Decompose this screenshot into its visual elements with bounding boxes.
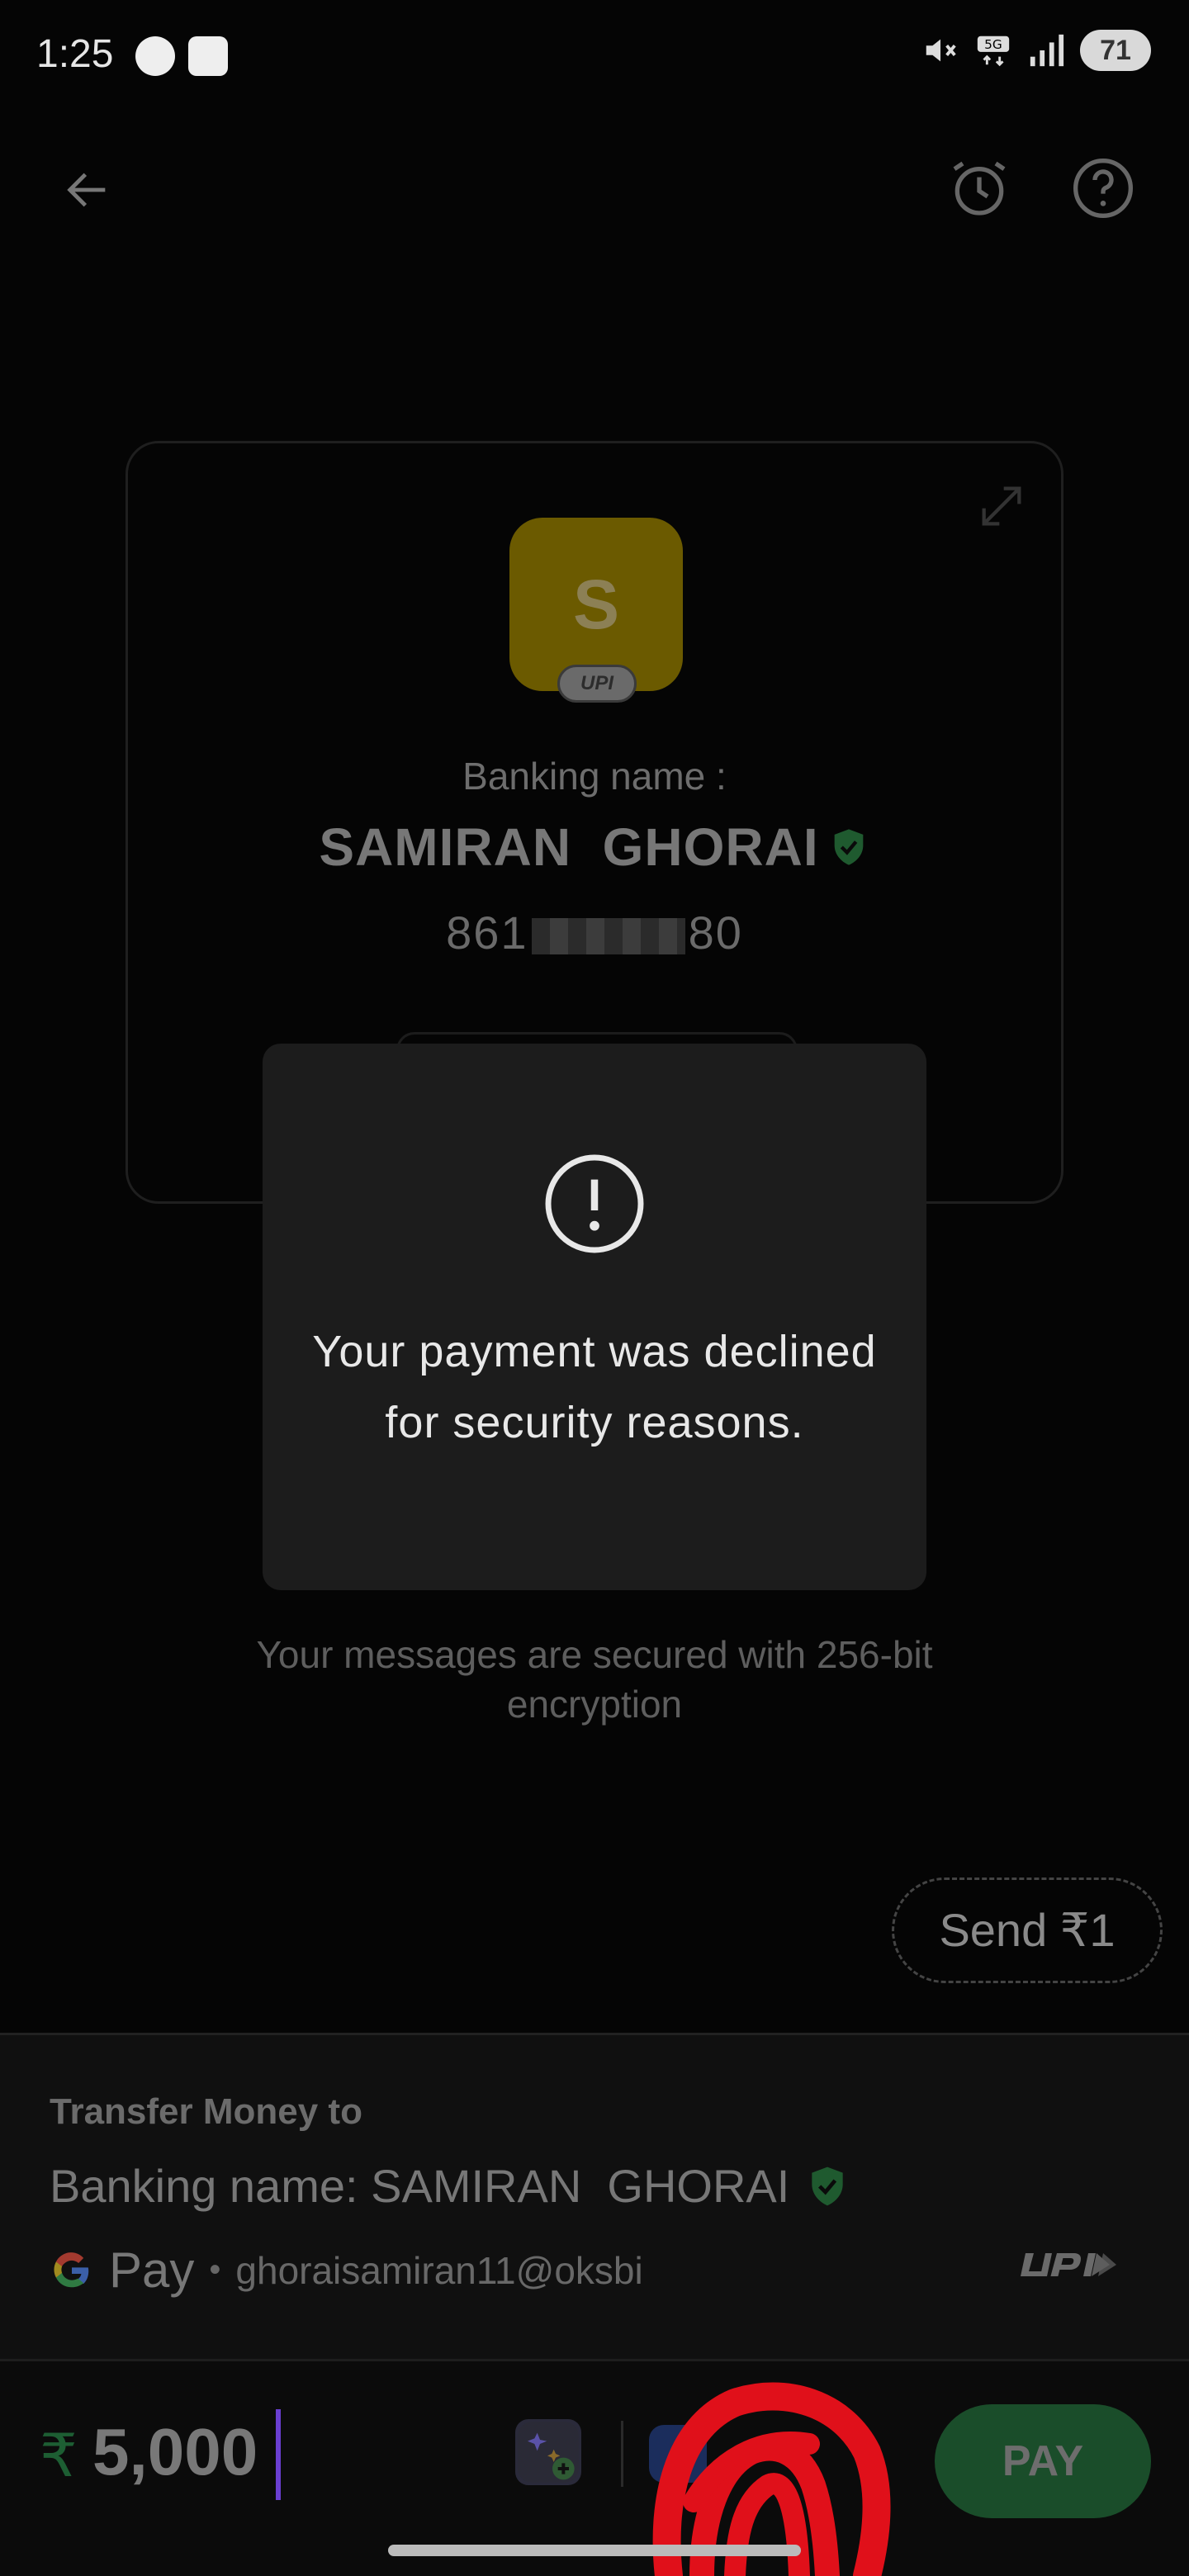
mute-icon [926,39,956,62]
transfer-banking-name: Banking name: SAMIRAN GHORAI [50,2160,790,2212]
dialog-message: Your payment was declined for security r… [312,1327,877,1447]
phone-suffix: 80 [688,907,743,959]
text-caret [276,2409,281,2500]
help-icon [1073,159,1133,218]
phone-prefix: 861 [446,907,528,959]
gpay-row: Pay • ghoraisamiran11@oksbi [50,2242,643,2299]
divider [621,2421,623,2487]
back-button[interactable] [54,157,121,223]
arrow-left-icon [67,173,106,207]
gpay-label: Pay [109,2242,195,2298]
transfer-title: Transfer Money to [50,2091,362,2132]
alarm-clock-icon [953,161,1006,215]
network-5g-icon: 5G [977,36,1010,67]
currency-symbol: ₹ [40,2423,78,2489]
help-button[interactable] [1070,155,1136,221]
verified-shield-icon [812,2166,843,2205]
battery-indicator: 71 [1080,30,1151,71]
payee-upi-id: ghoraisamiran11@oksbi [235,2248,643,2292]
amount-input[interactable]: 5,000 [92,2414,258,2490]
pay-button[interactable]: PAY [935,2404,1151,2518]
google-g-icon [54,2252,89,2287]
status-icons: 5G 71 [921,30,1151,71]
network-label: 5G [984,37,1002,52]
banking-name-label: Banking name : [462,755,727,798]
expand-icon[interactable] [975,480,1028,533]
amount-bar: ₹ 5,000 PAY [0,2359,1189,2576]
transfer-name-row: Banking name: SAMIRAN GHORAI [50,2159,850,2213]
reminder-button[interactable] [946,155,1012,221]
separator-dot: • [209,2252,221,2288]
signal-icon [1030,34,1064,67]
status-time: 1:25 [36,32,114,76]
payment-declined-dialog: Your payment was declined for security r… [263,1044,926,1590]
star-app-icon [188,36,228,76]
upi-logo [1021,2253,1116,2276]
phone-mask [531,918,685,955]
status-bar: 1:25 5G 71 [0,0,1189,107]
payee-name: SAMIRAN GHORAI [319,817,819,877]
alert-exclamation-icon [545,1154,644,1253]
messenger-icon [135,36,175,76]
encryption-notice: Your messages are secured with 256-bit e… [256,1633,933,1726]
upi-badge: UPI [557,665,637,703]
payee-phone: 861 80 [128,906,1061,959]
send-one-rupee-chip[interactable]: Send ₹1 [892,1878,1163,1983]
verified-shield-icon [834,829,863,865]
add-sticker-icon[interactable] [515,2419,581,2485]
transfer-panel: Transfer Money to Banking name: SAMIRAN … [0,2033,1189,2576]
payee-name-row: SAMIRAN GHORAI [128,817,1061,878]
home-indicator[interactable] [388,2545,801,2556]
